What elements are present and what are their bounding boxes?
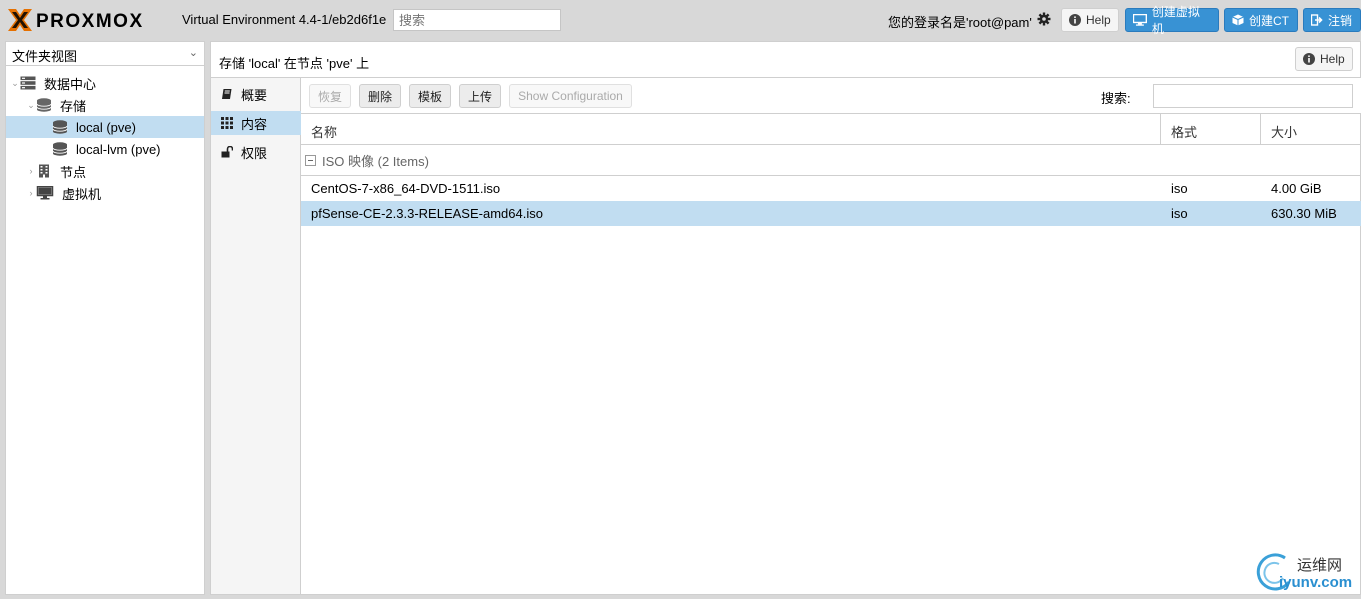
collapse-toggle-icon[interactable]: [305, 154, 316, 166]
tree-item-nodes[interactable]: › 节点: [6, 160, 204, 182]
nav-item-label: 权限: [241, 145, 268, 161]
database-icon: [52, 142, 68, 156]
cell-name: CentOS-7-x86_64-DVD-1511.iso: [311, 181, 501, 196]
create-ct-button[interactable]: 创建CT: [1224, 8, 1298, 32]
column-header-size[interactable]: 大小: [1261, 114, 1361, 144]
version-text: Virtual Environment 4.4-1/eb2d6f1e: [182, 12, 387, 27]
desktop-icon: [36, 186, 54, 200]
info-icon: [1069, 14, 1081, 26]
watermark-line1: 运维网: [1297, 557, 1343, 574]
delete-button[interactable]: 删除: [359, 84, 401, 108]
group-label: ISO 映像 (2 Items): [322, 153, 429, 169]
tree-item-label: 数据中心: [44, 76, 97, 92]
view-selector-label: 文件夹视图: [12, 49, 78, 64]
help-label: Help: [1086, 13, 1111, 27]
tree-item-local-pve[interactable]: local (pve): [6, 116, 204, 138]
expand-arrow-icon[interactable]: ›: [26, 188, 36, 198]
page-title: 存储 'local' 在节点 'pve' 上: [219, 56, 370, 71]
watermark-line2: iyunv.com: [1279, 574, 1353, 591]
tree-item-label: local-lvm (pve): [76, 141, 161, 157]
expand-arrow-icon[interactable]: ›: [26, 166, 36, 176]
building-icon: [39, 164, 49, 178]
watermark: 运维网 iyunv.com: [1255, 550, 1361, 596]
storage-nav: 概要 内容 权限: [210, 78, 301, 595]
show-configuration-button[interactable]: Show Configuration: [509, 84, 632, 108]
grid-icon: [221, 117, 233, 129]
tree-item-storage[interactable]: ⌄ 存储: [6, 94, 204, 116]
unlock-icon: [221, 146, 233, 158]
create-vm-label: 创建虚拟机: [1151, 5, 1200, 36]
login-text: 您的登录名是'root@pam': [888, 15, 1032, 30]
nav-item-label: 概要: [241, 87, 268, 103]
create-ct-label: 创建CT: [1249, 13, 1289, 28]
book-icon: [222, 89, 232, 99]
help-button[interactable]: Help: [1295, 47, 1353, 71]
create-vm-button[interactable]: 创建虚拟机: [1125, 5, 1219, 36]
info-icon: [1303, 53, 1315, 65]
cube-icon: [1232, 14, 1244, 26]
resource-tree-panel: 文件夹视图 ⌄ ⌄ 数据中心 ⌄ 存储 local (pve) local-lv…: [5, 41, 205, 595]
tree-item-label: 虚拟机: [62, 186, 102, 202]
tree-item-datacenter[interactable]: ⌄ 数据中心: [6, 72, 204, 94]
tree-item-label: 存储: [60, 98, 87, 114]
content-header: 存储 'local' 在节点 'pve' 上 Help: [210, 41, 1361, 78]
cell-size: 630.30 MiB: [1271, 206, 1337, 221]
content-panel: 恢复 删除 模板 上传 Show Configuration 搜索: 名称 格式…: [301, 78, 1361, 595]
tree-item-label: local (pve): [76, 119, 136, 135]
cell-size: 4.00 GiB: [1271, 181, 1322, 196]
help-label: Help: [1320, 52, 1345, 66]
chevron-down-icon[interactable]: ⌄: [189, 46, 198, 59]
content-search-input[interactable]: [1153, 84, 1353, 108]
proxmox-logo[interactable]: PROXMOX: [6, 6, 176, 34]
cell-format: iso: [1171, 206, 1188, 221]
top-bar: PROXMOX Virtual Environment 4.4-1/eb2d6f…: [0, 0, 1361, 40]
tree-item-label: 节点: [60, 164, 87, 180]
search-input[interactable]: [393, 9, 561, 31]
column-header-format[interactable]: 格式: [1161, 114, 1261, 144]
group-header-iso[interactable]: ISO 映像 (2 Items): [301, 145, 1361, 176]
nav-item-summary[interactable]: 概要: [211, 82, 301, 106]
database-icon: [52, 120, 68, 134]
nav-item-label: 内容: [241, 116, 268, 132]
tree-item-vms[interactable]: › 虚拟机: [6, 182, 204, 204]
content-toolbar: 恢复 删除 模板 上传 Show Configuration 搜索:: [301, 78, 1361, 114]
database-icon: [36, 98, 52, 112]
collapse-arrow-icon[interactable]: ⌄: [26, 100, 36, 111]
collapse-arrow-icon[interactable]: ⌄: [10, 78, 20, 89]
cell-format: iso: [1171, 181, 1188, 196]
upload-button[interactable]: 上传: [459, 84, 501, 108]
table-row[interactable]: CentOS-7-x86_64-DVD-1511.iso iso 4.00 Gi…: [301, 176, 1361, 201]
column-header-name[interactable]: 名称: [301, 114, 1161, 144]
cell-name: pfSense-CE-2.3.3-RELEASE-amd64.iso: [311, 206, 543, 221]
template-button[interactable]: 模板: [409, 84, 451, 108]
svg-text:PROXMOX: PROXMOX: [36, 11, 144, 32]
help-button[interactable]: Help: [1061, 8, 1119, 32]
search-label: 搜索:: [1101, 91, 1131, 106]
nav-item-content[interactable]: 内容: [211, 111, 301, 135]
logout-label: 注销: [1328, 13, 1353, 28]
table-row[interactable]: pfSense-CE-2.3.3-RELEASE-amd64.iso iso 6…: [301, 201, 1361, 226]
restore-button[interactable]: 恢复: [309, 84, 351, 108]
view-selector[interactable]: 文件夹视图 ⌄: [6, 42, 204, 66]
sign-out-icon: [1311, 14, 1323, 26]
server-icon: [20, 76, 36, 90]
tree-item-local-lvm-pve[interactable]: local-lvm (pve): [6, 138, 204, 160]
desktop-icon: [1133, 14, 1147, 26]
nav-item-permissions[interactable]: 权限: [211, 140, 301, 164]
gear-icon[interactable]: [1037, 12, 1051, 26]
logout-button[interactable]: 注销: [1303, 8, 1361, 32]
grid-header: 名称 格式 大小: [301, 114, 1361, 145]
